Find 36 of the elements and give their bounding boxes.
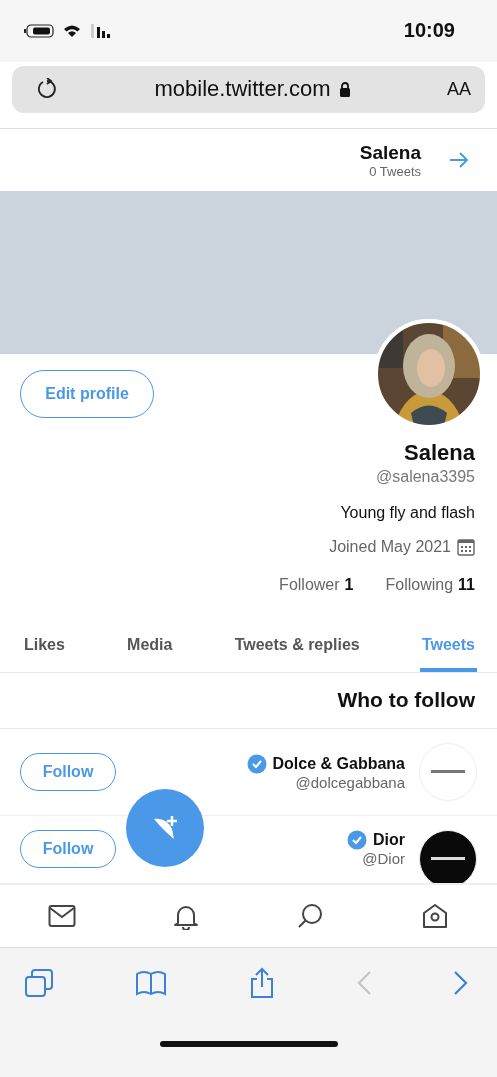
account-handle: @dolcegabbana [295, 773, 405, 791]
tweet-count: 0 Tweets [369, 163, 421, 179]
compose-tweet-button[interactable] [126, 789, 204, 868]
profile-tab[interactable]: Likes [22, 629, 67, 672]
follower-count: 1 [344, 575, 354, 594]
text-size-button[interactable]: AA [446, 78, 471, 100]
profile-tab[interactable]: Tweets & replies [232, 629, 362, 672]
forward-icon[interactable] [453, 969, 469, 996]
address-bar[interactable]: mobile.twitter.com AA [12, 65, 485, 114]
following-label: Following [385, 575, 454, 594]
search-icon[interactable] [296, 902, 325, 930]
home-icon[interactable] [421, 902, 449, 930]
url-text: mobile.twitter.com [154, 76, 331, 103]
signal-icon [90, 23, 112, 38]
tabs-icon[interactable] [24, 967, 54, 998]
section-title: Who to follow [337, 688, 475, 713]
clock-time: 10:09 [403, 19, 455, 43]
battery-icon [24, 23, 54, 38]
back-arrow-icon[interactable] [449, 151, 469, 169]
profile-title: Salena [359, 141, 421, 164]
lock-icon [338, 81, 351, 98]
reload-icon[interactable] [36, 78, 58, 101]
bookmarks-icon[interactable] [135, 969, 168, 996]
follower-label: Follower [279, 575, 340, 594]
username: @salena3395 [376, 467, 475, 486]
following-count: 11 [458, 575, 475, 594]
calendar-icon [457, 537, 475, 556]
share-icon[interactable] [248, 966, 275, 999]
account-name: Dolce & Gabbana [272, 754, 405, 773]
display-name: Salena [404, 439, 475, 466]
bio-text: Young fly and flash [340, 503, 475, 522]
mail-icon[interactable] [48, 904, 76, 928]
joined-date: Joined May 2021 [329, 537, 451, 556]
account-handle: @Dior [362, 850, 405, 868]
account-name: Dior [373, 831, 405, 850]
profile-tab[interactable]: Media [125, 629, 175, 672]
